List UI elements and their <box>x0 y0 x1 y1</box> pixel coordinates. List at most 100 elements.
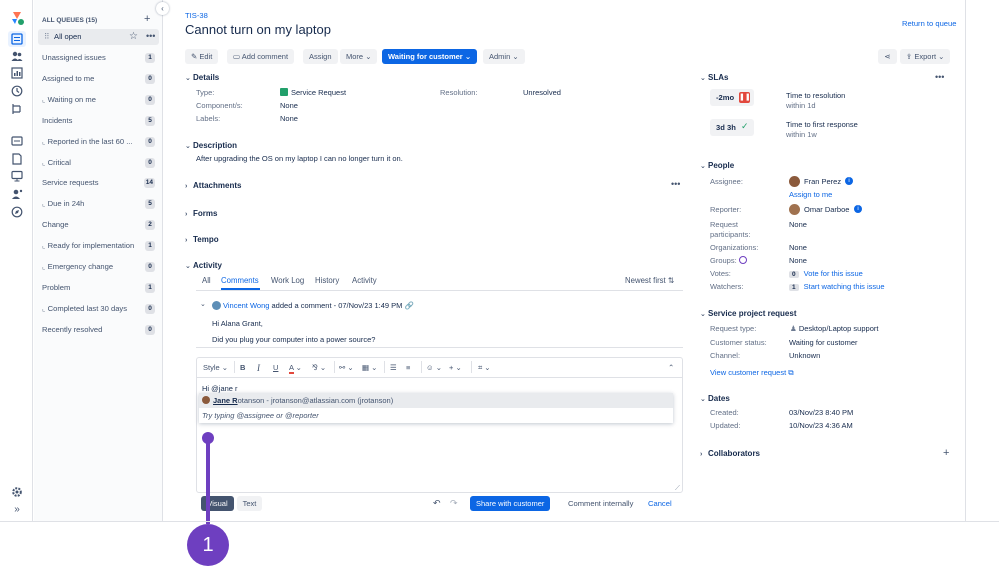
settings-icon[interactable] <box>11 486 23 498</box>
assign-button[interactable]: Assign <box>303 49 338 64</box>
undo-icon[interactable]: ↶ <box>433 498 441 509</box>
tab-activity[interactable]: Activity <box>352 276 377 285</box>
return-to-queue-link[interactable]: Return to queue <box>902 19 956 28</box>
sla-icon[interactable] <box>11 85 23 97</box>
underline-icon[interactable]: U <box>273 363 278 372</box>
italic-icon[interactable]: I <box>257 363 260 373</box>
queue-item[interactable]: Recently resolved 0 <box>42 322 155 338</box>
drag-handle-icon[interactable]: ⠿ <box>44 29 50 45</box>
attachments-section-toggle[interactable]: › Attachments <box>185 181 241 190</box>
channels-icon[interactable] <box>11 135 23 147</box>
directory-icon[interactable] <box>11 188 23 200</box>
status-button[interactable]: Waiting for customer ⌄ <box>382 49 478 64</box>
permalink-icon[interactable]: 🔗 <box>405 301 414 310</box>
resize-handle-icon[interactable]: ⟋ <box>675 485 680 493</box>
queue-all-open[interactable]: ⠿ All open ☆ ••• <box>38 29 159 45</box>
mention-option[interactable]: Jane Rotanson - jrotanson@atlassian.com … <box>199 393 673 408</box>
share-with-customer-button[interactable]: Share with customer <box>470 496 551 511</box>
explore-icon[interactable] <box>11 206 23 218</box>
operations-icon[interactable] <box>11 170 23 182</box>
service-request-section-toggle[interactable]: ⌄ Service project request <box>700 309 796 318</box>
insert-icon[interactable]: + ⌄ <box>449 363 462 372</box>
tab-work-log[interactable]: Work Log <box>271 276 304 285</box>
organizations-value[interactable]: None <box>789 243 807 252</box>
queue-item[interactable]: Incidents 5 <box>42 113 155 129</box>
slas-more-icon[interactable]: ••• <box>935 72 944 82</box>
queue-item[interactable]: ⌞ Ready for implementation 1 <box>42 238 155 254</box>
more-button[interactable]: More ⌄ <box>340 49 378 64</box>
admin-button[interactable]: Admin ⌄ <box>483 49 525 64</box>
groups-value[interactable]: None <box>789 256 807 265</box>
queue-item[interactable]: ⌞ Emergency change 0 <box>42 259 155 275</box>
text-mode-tab[interactable]: Text <box>237 496 262 511</box>
queue-item[interactable]: Problem 1 <box>42 280 155 296</box>
text-color-icon[interactable]: A ⌄ <box>289 363 302 374</box>
bullet-list-icon[interactable]: ☰ <box>390 363 397 372</box>
numbered-list-icon[interactable]: ≡ <box>406 363 410 372</box>
expand-icon[interactable]: » <box>11 504 23 516</box>
tab-all[interactable]: All <box>202 276 211 285</box>
macro-icon[interactable]: ⌗ ⌄ <box>478 363 491 373</box>
dates-section-toggle[interactable]: ⌄ Dates <box>700 394 730 403</box>
tab-comments[interactable]: Comments <box>221 276 259 285</box>
info-icon[interactable]: i <box>845 177 853 185</box>
queue-item[interactable]: ⌞ Critical 0 <box>42 155 155 171</box>
queue-item[interactable]: Unassigned issues 1 <box>42 50 155 66</box>
queue-item[interactable]: ⌞ Reported in the last 60 ... 0 <box>42 134 155 150</box>
redo-icon[interactable]: ↷ <box>450 498 458 509</box>
product-logo-icon[interactable] <box>10 10 24 26</box>
comment-author-link[interactable]: Vincent Wong <box>223 301 269 310</box>
queue-item[interactable]: ⌞ Completed last 30 days 0 <box>42 301 155 317</box>
star-icon[interactable]: ☆ <box>129 29 138 45</box>
details-section-toggle[interactable]: ⌄ Details <box>185 73 219 82</box>
info-icon[interactable]: i <box>854 205 862 213</box>
link-icon[interactable]: ⚯ ⌄ <box>339 363 354 372</box>
add-collaborator-icon[interactable]: + <box>943 447 949 459</box>
queue-item[interactable]: Service requests 14 <box>42 175 155 191</box>
vote-link[interactable]: Vote for this issue <box>804 269 863 278</box>
assignee-value[interactable]: Fran Perez <box>804 177 841 186</box>
customers-icon[interactable] <box>11 50 23 62</box>
bold-icon[interactable]: B <box>240 363 245 372</box>
more-icon[interactable]: ••• <box>146 28 155 44</box>
collapse-sidebar-button[interactable]: ‹ <box>156 2 169 15</box>
queue-item[interactable]: ⌞ Waiting on me 0 <box>42 92 155 108</box>
knowledge-base-icon[interactable] <box>11 153 23 165</box>
collapse-comment-icon[interactable]: ⌄ <box>200 300 206 308</box>
edit-button[interactable]: ✎ Edit <box>185 49 219 64</box>
queue-item[interactable]: Change 2 <box>42 217 155 233</box>
participants-value[interactable]: None <box>789 220 807 229</box>
queue-item[interactable]: Assigned to me 0 <box>42 71 155 87</box>
comment-internally-button[interactable]: Comment internally <box>568 499 633 508</box>
add-queue-icon[interactable]: + <box>144 13 150 25</box>
comment-editor[interactable]: Style ⌄ B I U A ⌄ ⅋ ⌄ ⚯ ⌄ ▦ ⌄ ☰ ≡ ☺ ⌄ + … <box>196 357 683 493</box>
activity-section-toggle[interactable]: ⌄ Activity <box>185 261 222 270</box>
collapse-toolbar-icon[interactable]: ⌃ <box>668 363 674 372</box>
raise-request-icon[interactable] <box>11 103 23 115</box>
view-customer-request-link[interactable]: View customer request ⧉ <box>710 368 794 378</box>
queues-icon[interactable] <box>8 31 26 47</box>
issue-key[interactable]: TIS-38 <box>185 11 208 20</box>
attachments-more-icon[interactable]: ••• <box>671 179 680 189</box>
slas-section-toggle[interactable]: ⌄ SLAs <box>700 73 728 82</box>
description-section-toggle[interactable]: ⌄ Description <box>185 141 237 150</box>
add-comment-button[interactable]: ▭ Add comment <box>227 49 295 64</box>
collaborators-section-toggle[interactable]: › Collaborators <box>700 449 760 458</box>
export-button[interactable]: ⇪ Export ⌄ <box>900 49 951 64</box>
tab-history[interactable]: History <box>315 276 339 285</box>
queue-item[interactable]: ⌞ Due in 24h 5 <box>42 196 155 212</box>
share-icon[interactable]: ⋖ <box>878 49 897 64</box>
style-dropdown[interactable]: Style ⌄ <box>203 363 228 372</box>
tempo-section-toggle[interactable]: › Tempo <box>185 235 219 244</box>
text-effects-icon[interactable]: ⅋ ⌄ <box>312 363 326 372</box>
reports-icon[interactable] <box>11 67 23 79</box>
forms-section-toggle[interactable]: › Forms <box>185 209 217 218</box>
watch-link[interactable]: Start watching this issue <box>804 282 885 291</box>
table-icon[interactable]: ▦ ⌄ <box>362 363 377 372</box>
people-section-toggle[interactable]: ⌄ People <box>700 161 734 170</box>
emoji-icon[interactable]: ☺ ⌄ <box>426 363 442 372</box>
assign-to-me-link[interactable]: Assign to me <box>789 190 832 199</box>
cancel-button[interactable]: Cancel <box>648 499 672 508</box>
reporter-value[interactable]: Omar Darboe <box>804 205 849 214</box>
sort-order-button[interactable]: Newest first ⇅ <box>625 276 674 285</box>
